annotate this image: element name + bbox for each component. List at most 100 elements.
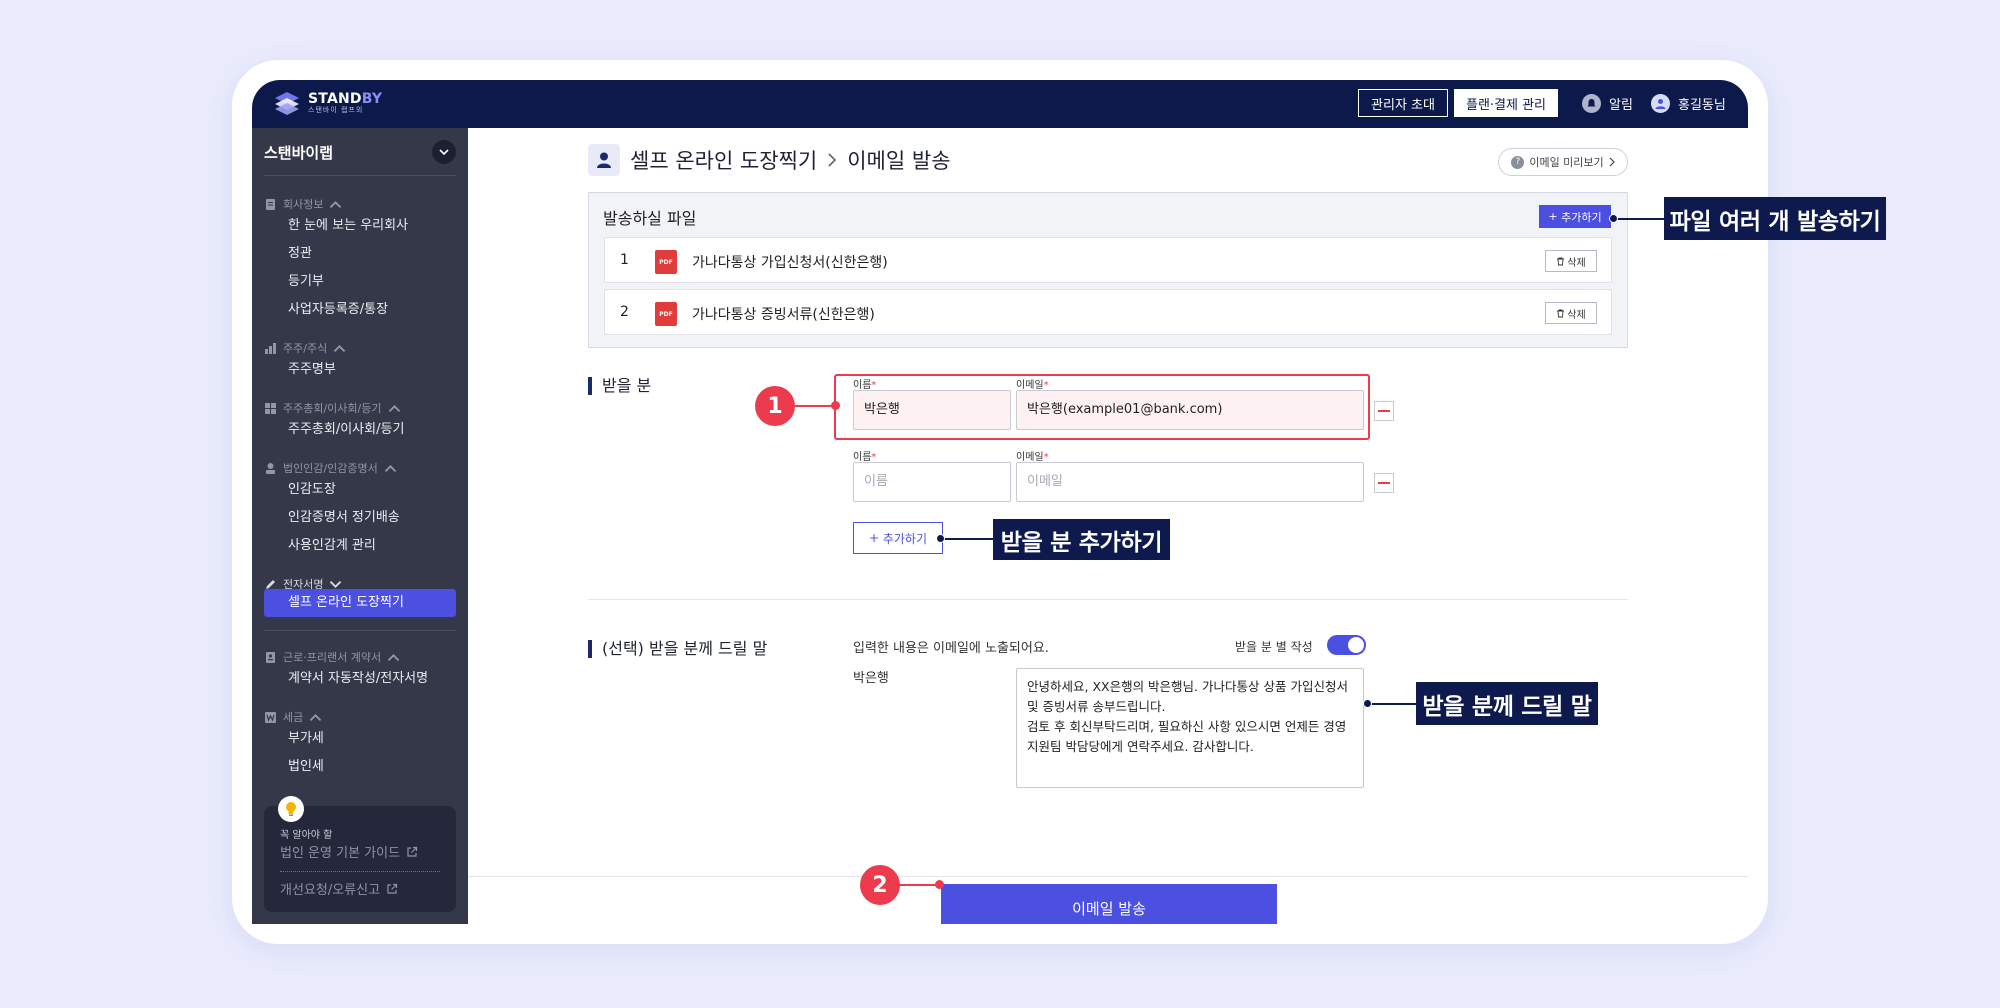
message-title: (선택) 받을 분께 드릴 말 [588, 640, 767, 658]
new-recipient-name-input[interactable]: 이름 [853, 462, 1011, 502]
add-recipient-button[interactable]: + 추가하기 [853, 522, 943, 554]
sidebar-section-corporate-seal[interactable]: 법인인감/인감증명서 [264, 460, 397, 476]
sidebar-item-corporate-tax[interactable]: 법인세 [288, 755, 324, 774]
annotation-add-recipient: 받을 분 추가하기 [993, 519, 1170, 560]
email-preview-button[interactable]: ? 이메일 미리보기 [1498, 148, 1628, 176]
company-switcher[interactable]: 스탠바이랩 [264, 138, 456, 166]
divider [588, 599, 1628, 600]
avatar-icon [1651, 94, 1670, 113]
step-1-connector [793, 405, 836, 407]
company-name: 스탠바이랩 [264, 144, 334, 162]
trash-icon [1557, 309, 1565, 317]
page-title: 이메일 발송 [847, 149, 951, 173]
step-1-marker: 1 [755, 386, 795, 426]
plus-icon: + [1548, 210, 1562, 223]
annotation-message: 받을 분께 드릴 말 [1416, 682, 1598, 725]
sidebar-section-meetings[interactable]: 주주총회/이사회/등기 [264, 400, 401, 416]
breadcrumb: 셀프 온라인 도장찍기 이메일 발송 [588, 144, 951, 176]
sidebar-section-contracts[interactable]: 근로·프리랜서 계약서 [264, 649, 400, 665]
chevron-down-icon[interactable] [432, 140, 456, 164]
file-name: 가나다통상 가입신청서(신한은행) [692, 255, 888, 271]
chevron-up-icon [310, 713, 322, 721]
per-recipient-toggle-label: 받을 분 별 작성 [1235, 640, 1313, 654]
report-issue-link[interactable]: 개선요청/오류신고 [280, 879, 398, 898]
guide-link[interactable]: 법인 운영 기본 가이드 [280, 842, 418, 861]
toggle-knob [1348, 637, 1364, 653]
annotation-dot [1363, 699, 1372, 708]
sidebar-item-contract-auto[interactable]: 계약서 자동작성/전자서명 [288, 667, 428, 686]
add-file-button[interactable]: + 추가하기 [1539, 205, 1611, 228]
email-field-label: 이메일* [1016, 380, 1049, 391]
recipients-title: 받을 분 [588, 377, 651, 395]
new-recipient-email-input[interactable]: 이메일 [1016, 462, 1364, 502]
remove-recipient-button[interactable] [1374, 473, 1394, 493]
guide-box: 꼭 알아야 할 법인 운영 기본 가이드 개선요청/오류신고 [264, 796, 456, 912]
external-link-icon [407, 846, 418, 857]
user-menu[interactable]: 홍길동님 [1651, 94, 1726, 113]
chevron-right-icon [1609, 157, 1615, 167]
message-hint: 입력한 내용은 이메일에 노출되어요. [853, 641, 1049, 656]
recipient-name-input[interactable]: 박은행 [853, 390, 1011, 430]
alerts-label: 알림 [1609, 98, 1633, 113]
contract-icon [266, 651, 275, 663]
sidebar-section-company-info[interactable]: 회사정보 [264, 196, 342, 212]
invite-admin-button[interactable]: 관리자 초대 [1358, 89, 1448, 117]
document-icon [266, 198, 275, 210]
file-row: 2 PDF 가나다통상 증빙서류(신한은행) 삭제 [604, 289, 1612, 335]
bell-icon [1582, 94, 1601, 113]
per-recipient-toggle[interactable] [1327, 635, 1366, 655]
dotted-divider [280, 871, 440, 872]
sidebar-item-usage-seal[interactable]: 사용인감계 관리 [288, 534, 376, 553]
chevron-up-icon [387, 653, 400, 661]
annotation-connector [1614, 218, 1666, 220]
sidebar-item-vat[interactable]: 부가세 [288, 727, 324, 746]
pdf-icon: PDF [655, 250, 677, 274]
files-title: 발송하실 파일 [603, 209, 697, 228]
sidebar-item-meetings[interactable]: 주주총회/이사회/등기 [288, 418, 404, 437]
bar-chart-icon [265, 342, 276, 354]
minus-icon [1378, 482, 1390, 484]
pdf-icon: PDF [655, 302, 677, 326]
annotation-connector [940, 538, 996, 540]
annotation-multi-file: 파일 여러 개 발송하기 [1664, 197, 1886, 240]
annotation-dot [936, 534, 945, 543]
message-textarea[interactable]: 안녕하세요, XX은행의 박은행님. 가나다통상 상품 가입신청서 및 증빙서류… [1016, 668, 1364, 788]
send-email-button[interactable]: 이메일 발송 [941, 884, 1277, 924]
sidebar-section-shareholders[interactable]: 주주/주식 [264, 340, 346, 356]
breadcrumb-parent[interactable]: 셀프 온라인 도장찍기 [630, 145, 817, 175]
logo-text: STANDBY [308, 90, 383, 107]
logo[interactable]: STANDBY 스탠바이 랩프외 [272, 90, 382, 116]
remove-recipient-button[interactable] [1374, 401, 1394, 421]
sidebar-item-registry[interactable]: 등기부 [288, 270, 324, 289]
person-icon [266, 462, 275, 474]
trash-icon [1557, 257, 1565, 265]
logo-icon [275, 92, 299, 115]
sidebar-item-seal-certificate-delivery[interactable]: 인감증명서 정기배송 [288, 506, 400, 525]
sidebar-item-business-registration[interactable]: 사업자등록증/통장 [288, 298, 388, 317]
chevron-right-icon [828, 153, 837, 167]
logo-subtext: 스탠바이 랩프외 [308, 105, 364, 114]
plan-billing-button[interactable]: 플랜·결제 관리 [1454, 89, 1558, 117]
external-link-icon [387, 883, 398, 894]
alerts-button[interactable]: 알림 [1582, 94, 1633, 113]
step-2-marker: 2 [860, 865, 900, 905]
chevron-up-icon [384, 464, 397, 472]
sidebar-item-shareholder-registry[interactable]: 주주명부 [288, 358, 336, 377]
file-number: 2 [620, 304, 629, 320]
sidebar-item-seal[interactable]: 인감도장 [288, 478, 336, 497]
files-panel: 발송하실 파일 + 추가하기 1 PDF 가나다통상 가입신청서(신한은행) 삭… [588, 192, 1628, 348]
chevron-up-icon [333, 344, 346, 352]
annotation-dot [1609, 214, 1618, 223]
plus-icon: + [868, 531, 883, 545]
delete-file-button[interactable]: 삭제 [1545, 250, 1597, 272]
delete-file-button[interactable]: 삭제 [1545, 302, 1597, 324]
sidebar-section-tax[interactable]: 세금 [264, 709, 322, 725]
sidebar-item-self-online-stamp[interactable]: 셀프 온라인 도장찍기 [264, 589, 456, 617]
sidebar-item-company-overview[interactable]: 한 눈에 보는 우리회사 [288, 214, 408, 233]
user-name: 홍길동님 [1678, 98, 1726, 113]
divider [264, 630, 456, 631]
recipient-email-input[interactable]: 박은행(example01@bank.com) [1016, 390, 1364, 430]
sidebar-item-articles[interactable]: 정관 [288, 242, 312, 261]
message-recipient-name: 박은행 [853, 671, 889, 686]
email-field-label: 이메일* [1016, 452, 1049, 463]
